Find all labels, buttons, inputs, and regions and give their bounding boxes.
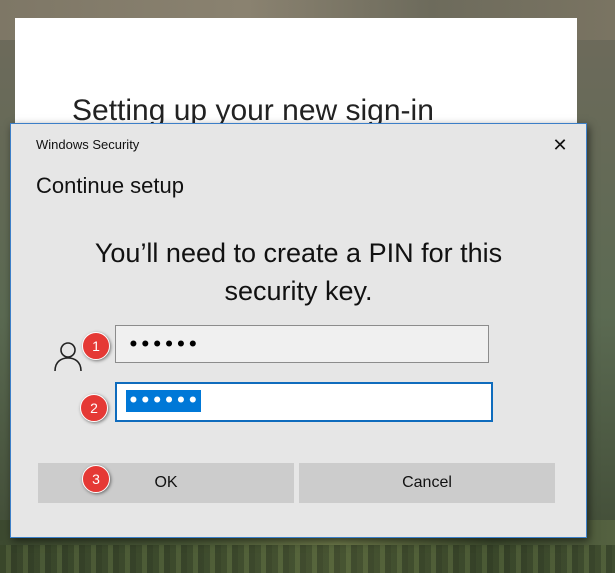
step-badge-3: 3 [82, 465, 110, 493]
step-badge-1: 1 [82, 332, 110, 360]
message-line-2: security key. [224, 276, 373, 306]
message-line-1: You’ll need to create a PIN for this [94, 238, 503, 268]
user-icon [54, 342, 82, 372]
cancel-button[interactable]: Cancel [299, 463, 555, 503]
confirm-pin-input[interactable]: •••••• [115, 382, 493, 422]
step-badge-2: 2 [80, 394, 108, 422]
dialog-subtitle: Continue setup [36, 173, 184, 198]
dialog-title: Windows Security [36, 137, 140, 152]
confirm-pin-selected-text: •••••• [126, 390, 202, 412]
close-icon[interactable]: ✕ [546, 132, 574, 158]
new-pin-input[interactable]: •••••• [115, 325, 489, 363]
desktop-background-grass [0, 545, 615, 573]
dialog-message: You’ll need to create a PIN for this sec… [51, 234, 546, 310]
ok-button[interactable]: OK [38, 463, 294, 503]
